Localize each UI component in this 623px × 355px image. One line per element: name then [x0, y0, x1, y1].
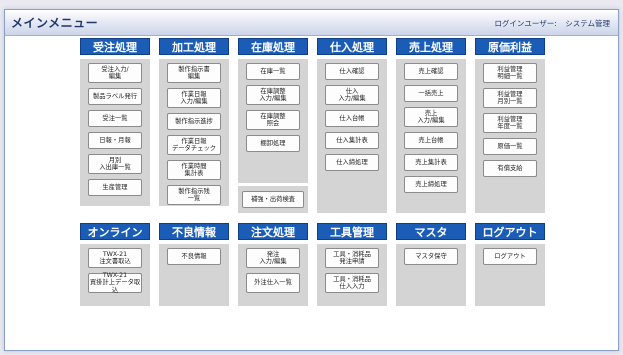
- purchase-confirm-button[interactable]: 仕入確認: [325, 63, 379, 80]
- section-master: マスタ マスタ保守: [396, 223, 466, 306]
- sales-closing-button[interactable]: 売上締処理: [404, 176, 458, 193]
- purchase-ledger-button[interactable]: 仕入台帳: [325, 110, 379, 127]
- defect-info-button[interactable]: 不良情報: [167, 248, 221, 265]
- title-bar: メインメニュー ログインユーザー: システム管理: [5, 10, 618, 36]
- section-header-inventory: 在庫処理: [238, 38, 308, 55]
- section-header-order: 受注処理: [80, 38, 150, 55]
- section-cost-profit: 原価利益 利益管理 明細一覧 利益管理 月別一覧 利益管理 年度一覧 原価一覧 …: [475, 38, 545, 213]
- order-entry-button[interactable]: 受注入力/ 編集: [88, 63, 142, 83]
- purchase-summary-button[interactable]: 仕入集計表: [325, 132, 379, 149]
- app-title: メインメニュー: [11, 16, 99, 30]
- panel-defect: 不良情報: [159, 244, 229, 306]
- panel-logout: ログアウト: [475, 244, 545, 306]
- section-tools: 工具管理 工具・消耗品 発注申請 工具・消耗品 仕入入力: [317, 223, 387, 306]
- profit-detail-list-button[interactable]: 利益管理 明細一覧: [483, 63, 537, 83]
- paid-supply-button[interactable]: 有償支給: [483, 160, 537, 177]
- section-inventory: 在庫処理 在庫一覧 在庫調整 入力/編集 在庫調整 照会 棚卸処理 補強・出荷検…: [238, 38, 308, 213]
- sales-confirm-button[interactable]: 売上確認: [404, 63, 458, 80]
- section-purchase: 仕入処理 仕入確認 仕入 入力/編集 仕入台帳 仕入集計表 仕入締処理: [317, 38, 387, 213]
- panel-order: 受注入力/ 編集 製品ラベル発行 受注一覧 日報・月報 月別 入出庫一覧 生産管…: [80, 59, 150, 206]
- section-header-purchase: 仕入処理: [317, 38, 387, 55]
- monthly-inout-button[interactable]: 月別 入出庫一覧: [88, 154, 142, 174]
- section-sales: 売上処理 売上確認 一括売上 売上 入力/編集 売上台帳 売上集計表 売上締処理: [396, 38, 466, 213]
- inventory-list-button[interactable]: 在庫一覧: [246, 63, 300, 80]
- profit-yearly-list-button[interactable]: 利益管理 年度一覧: [483, 113, 537, 133]
- master-maintenance-button[interactable]: マスタ保守: [404, 248, 458, 265]
- bulk-sales-button[interactable]: 一括売上: [404, 85, 458, 102]
- order-list-button[interactable]: 受注一覧: [88, 110, 142, 127]
- section-header-processing: 加工処理: [159, 38, 229, 55]
- order-placement-entry-button[interactable]: 発注 入力/編集: [246, 248, 300, 268]
- login-label: ログインユーザー:: [494, 19, 557, 28]
- section-logout: ログアウト ログアウト: [475, 223, 545, 306]
- work-daily-entry-button[interactable]: 作業日報 入力/編集: [167, 88, 221, 108]
- work-order-remaining-button[interactable]: 製作指示残 一覧: [167, 185, 221, 205]
- daily-monthly-report-button[interactable]: 日報・月報: [88, 132, 142, 149]
- inventory-adjust-entry-button[interactable]: 在庫調整 入力/編集: [246, 85, 300, 105]
- section-header-master: マスタ: [396, 223, 466, 240]
- twx-payable-import-button[interactable]: TWX-21 買掛計上データ取込: [88, 272, 142, 294]
- panel-master: マスタ保守: [396, 244, 466, 306]
- reinforce-shipping-inspection-button[interactable]: 補強・出荷検査: [242, 191, 304, 208]
- purchase-closing-button[interactable]: 仕入締処理: [325, 154, 379, 171]
- main-menu-window: メインメニュー ログインユーザー: システム管理 受注処理 受注入力/ 編集 製…: [4, 9, 619, 351]
- sales-summary-button[interactable]: 売上集計表: [404, 154, 458, 171]
- cost-list-button[interactable]: 原価一覧: [483, 138, 537, 155]
- login-user: システム管理: [565, 19, 610, 28]
- panel-online: TWX-21 注文書取込 TWX-21 買掛計上データ取込: [80, 244, 150, 306]
- section-online: オンライン TWX-21 注文書取込 TWX-21 買掛計上データ取込: [80, 223, 150, 306]
- product-label-button[interactable]: 製品ラベル発行: [88, 88, 142, 105]
- section-header-cost-profit: 原価利益: [475, 38, 545, 55]
- panel-sales: 売上確認 一括売上 売上 入力/編集 売上台帳 売上集計表 売上締処理: [396, 59, 466, 213]
- sales-ledger-button[interactable]: 売上台帳: [404, 132, 458, 149]
- tool-purchase-entry-button[interactable]: 工具・消耗品 仕入入力: [325, 273, 379, 293]
- logout-button[interactable]: ログアウト: [483, 248, 537, 265]
- stocktaking-button[interactable]: 棚卸処理: [246, 135, 300, 152]
- panel-cost-profit: 利益管理 明細一覧 利益管理 月別一覧 利益管理 年度一覧 原価一覧 有償支給: [475, 59, 545, 213]
- login-info: ログインユーザー: システム管理: [494, 18, 610, 29]
- work-order-progress-button[interactable]: 製作指示進捗: [167, 113, 221, 130]
- section-defect: 不良情報 不良情報: [159, 223, 229, 306]
- work-order-edit-button[interactable]: 製作指示書 編集: [167, 63, 221, 83]
- panel-inventory-extra: 補強・出荷検査: [238, 186, 308, 213]
- section-processing: 加工処理 製作指示書 編集 作業日報 入力/編集 製作指示進捗 作業日報 データ…: [159, 38, 229, 206]
- panel-inventory: 在庫一覧 在庫調整 入力/編集 在庫調整 照会 棚卸処理: [238, 59, 308, 183]
- section-order: 受注処理 受注入力/ 編集 製品ラベル発行 受注一覧 日報・月報 月別 入出庫一…: [80, 38, 150, 206]
- production-management-button[interactable]: 生産管理: [88, 179, 142, 196]
- work-hours-summary-button[interactable]: 作業時間 集計表: [167, 160, 221, 180]
- section-ordering: 注文処理 発注 入力/編集 外注仕入一覧: [238, 223, 308, 306]
- section-header-defect: 不良情報: [159, 223, 229, 240]
- outsourced-purchase-list-button[interactable]: 外注仕入一覧: [246, 273, 300, 293]
- panel-ordering: 発注 入力/編集 外注仕入一覧: [238, 244, 308, 306]
- section-header-tools: 工具管理: [317, 223, 387, 240]
- tool-order-request-button[interactable]: 工具・消耗品 発注申請: [325, 248, 379, 268]
- section-header-logout: ログアウト: [475, 223, 545, 240]
- panel-processing: 製作指示書 編集 作業日報 入力/編集 製作指示進捗 作業日報 データチェック …: [159, 59, 229, 206]
- purchase-entry-button[interactable]: 仕入 入力/編集: [325, 85, 379, 105]
- section-header-sales: 売上処理: [396, 38, 466, 55]
- panel-tools: 工具・消耗品 発注申請 工具・消耗品 仕入入力: [317, 244, 387, 306]
- work-daily-check-button[interactable]: 作業日報 データチェック: [167, 135, 221, 155]
- panel-purchase: 仕入確認 仕入 入力/編集 仕入台帳 仕入集計表 仕入締処理: [317, 59, 387, 213]
- inventory-adjust-view-button[interactable]: 在庫調整 照会: [246, 110, 300, 130]
- twx-order-import-button[interactable]: TWX-21 注文書取込: [88, 248, 142, 268]
- sales-entry-button[interactable]: 売上 入力/編集: [404, 107, 458, 127]
- section-header-ordering: 注文処理: [238, 223, 308, 240]
- profit-monthly-list-button[interactable]: 利益管理 月別一覧: [483, 88, 537, 108]
- section-header-online: オンライン: [80, 223, 150, 240]
